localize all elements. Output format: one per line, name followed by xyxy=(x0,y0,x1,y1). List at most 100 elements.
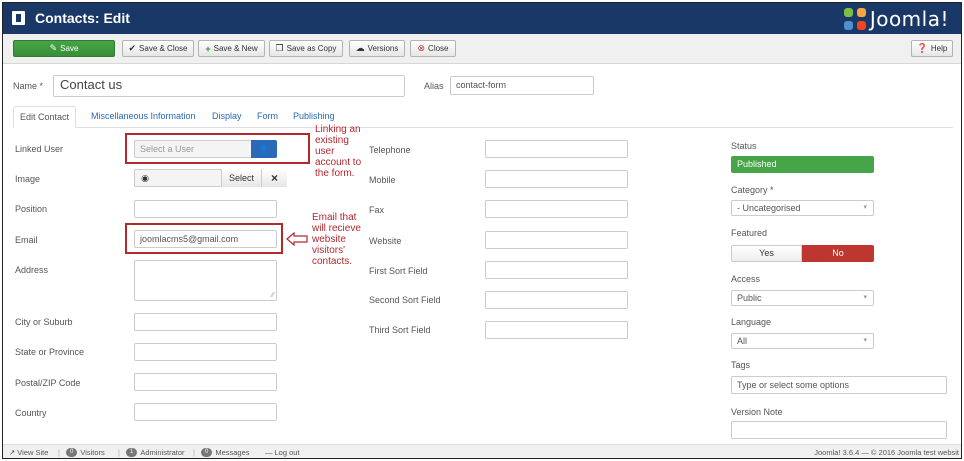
joomla-logo-mark-icon xyxy=(843,8,866,30)
second-sort-field-input[interactable] xyxy=(485,291,628,309)
save-as-copy-button[interactable]: ❐ Save as Copy xyxy=(269,40,343,57)
third-sort-field-input[interactable] xyxy=(485,321,628,339)
address-label: Address xyxy=(15,265,49,275)
category-select[interactable]: - Uncategorised ▾ xyxy=(731,200,874,216)
chevron-down-icon: ▾ xyxy=(863,294,867,301)
featured-toggle: Yes No xyxy=(731,245,874,262)
contacts-icon xyxy=(12,11,25,25)
city-input[interactable] xyxy=(134,313,277,331)
tab-form[interactable]: Form xyxy=(251,106,284,128)
alias-label: Alias xyxy=(424,81,444,91)
copyright-text: Joomla! 3.6.4 — © 2016 Joomla test websi… xyxy=(814,448,959,457)
minus-icon: — xyxy=(265,448,273,457)
view-site-link[interactable]: ↗ View Site xyxy=(9,448,48,457)
arrow-left-icon xyxy=(286,232,308,246)
version-note-input[interactable] xyxy=(731,421,947,439)
state-input[interactable] xyxy=(134,343,277,361)
postal-input[interactable] xyxy=(134,373,277,391)
tags-input[interactable]: Type or select some options xyxy=(731,376,947,394)
joomla-logo[interactable]: Joomla! xyxy=(843,6,949,32)
featured-no-button[interactable]: No xyxy=(802,245,874,262)
tab-bar: Edit Contact Miscellaneous Information D… xyxy=(13,106,953,128)
email-highlight-box xyxy=(125,223,283,254)
close-button[interactable]: ⊗ Close xyxy=(410,40,456,57)
chevron-down-icon: ▾ xyxy=(863,337,867,344)
website-input[interactable] xyxy=(485,231,628,249)
check-icon: ✔ xyxy=(128,43,137,53)
eye-icon[interactable]: ◉ xyxy=(135,169,155,187)
name-input[interactable]: Contact us xyxy=(53,75,405,97)
mobile-input[interactable] xyxy=(485,170,628,188)
resize-handle-icon[interactable]: ⁄⁄ xyxy=(272,292,274,299)
language-select[interactable]: All ▾ xyxy=(731,333,874,349)
help-icon: ❓ xyxy=(916,43,928,53)
telephone-input[interactable] xyxy=(485,140,628,158)
messages-item[interactable]: 0 Messages xyxy=(201,448,250,457)
country-label: Country xyxy=(15,408,47,418)
visitors-count-badge: 0 xyxy=(66,448,78,457)
close-circle-icon: ⊗ xyxy=(417,43,426,53)
country-input[interactable] xyxy=(134,403,277,421)
header-bar: Contacts: Edit Joomla! xyxy=(3,3,961,34)
first-sort-field-input[interactable] xyxy=(485,261,628,279)
save-new-button[interactable]: + Save & New xyxy=(198,40,265,57)
address-textarea[interactable]: ⁄⁄ xyxy=(134,260,277,301)
access-label: Access xyxy=(731,274,761,284)
fax-input[interactable] xyxy=(485,200,628,218)
featured-label: Featured xyxy=(731,228,768,238)
second-sort-field-label: Second Sort Field xyxy=(369,295,441,305)
linked-user-highlight-box xyxy=(125,133,310,164)
external-link-icon: ↗ xyxy=(9,448,16,457)
tags-label: Tags xyxy=(731,360,751,370)
versions-button[interactable]: ☁ Versions xyxy=(349,40,405,57)
administrator-item[interactable]: 1 Administrator xyxy=(126,448,185,457)
tab-display[interactable]: Display xyxy=(206,106,248,128)
help-button[interactable]: ❓ Help xyxy=(911,40,953,57)
toolbar: ✎ Save ✔ Save & Close + Save & New ❐ Sav… xyxy=(3,34,961,64)
copy-icon: ❐ xyxy=(275,43,284,53)
category-label: Category * xyxy=(731,185,774,195)
linked-user-annotation: Linking an existing user account to the … xyxy=(315,124,362,179)
edit-icon: ✎ xyxy=(49,43,58,53)
mobile-label: Mobile xyxy=(369,175,396,185)
third-sort-field-label: Third Sort Field xyxy=(369,325,431,335)
chevron-down-icon: ▾ xyxy=(863,204,867,211)
access-select[interactable]: Public ▾ xyxy=(731,290,874,306)
featured-yes-button[interactable]: Yes xyxy=(731,245,802,262)
save-button[interactable]: ✎ Save xyxy=(13,40,115,57)
tab-miscellaneous-information[interactable]: Miscellaneous Information xyxy=(85,106,202,128)
version-note-label: Version Note xyxy=(731,407,783,417)
messages-count-badge: 0 xyxy=(201,448,213,457)
city-label: City or Suburb xyxy=(15,317,73,327)
status-select[interactable]: Published xyxy=(731,156,874,173)
alias-input[interactable]: contact-form xyxy=(450,76,594,95)
language-label: Language xyxy=(731,317,772,327)
tab-edit-contact[interactable]: Edit Contact xyxy=(13,106,77,128)
state-label: State or Province xyxy=(15,347,85,357)
fax-label: Fax xyxy=(369,205,385,215)
admin-count-badge: 1 xyxy=(126,448,138,457)
position-input[interactable] xyxy=(134,200,277,218)
first-sort-field-label: First Sort Field xyxy=(369,266,428,276)
logout-link[interactable]: — Log out xyxy=(265,448,300,457)
postal-label: Postal/ZIP Code xyxy=(15,378,81,388)
save-close-button[interactable]: ✔ Save & Close xyxy=(122,40,194,57)
image-select-button[interactable]: Select xyxy=(221,169,261,187)
image-field: ◉ Select × xyxy=(134,169,287,187)
plus-icon: + xyxy=(205,43,211,54)
position-label: Position xyxy=(15,204,48,214)
visitors-item[interactable]: 0 Visitors xyxy=(66,448,105,457)
image-label: Image xyxy=(15,174,41,184)
telephone-label: Telephone xyxy=(369,145,411,155)
email-annotation: Email that will recieve website visitors… xyxy=(312,212,361,267)
joomla-logo-text: Joomla! xyxy=(869,7,949,31)
archive-icon: ☁ xyxy=(355,43,365,53)
page-title: Contacts: Edit xyxy=(35,10,130,26)
app-window: Contacts: Edit Joomla! ✎ Save ✔ Save & C… xyxy=(2,2,962,459)
clear-image-icon[interactable]: × xyxy=(261,169,287,187)
website-label: Website xyxy=(369,236,402,246)
name-label: Name * xyxy=(13,81,44,91)
status-label: Status xyxy=(731,141,757,151)
email-label: Email xyxy=(15,235,38,245)
status-footer: ↗ View Site | 0 Visitors | 1 Administrat… xyxy=(3,444,961,458)
